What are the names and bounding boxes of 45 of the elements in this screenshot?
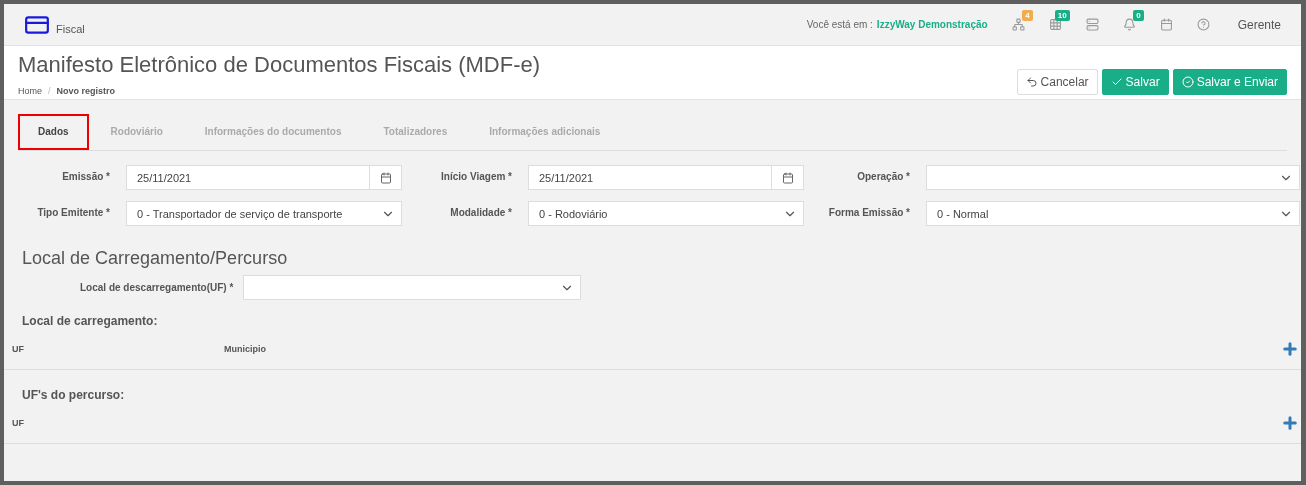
section-title: Local de Carregamento/Percurso [22, 248, 289, 269]
check-icon [1110, 76, 1123, 88]
field-label: Modalidade * [449, 206, 512, 218]
calendar-icon[interactable] [379, 171, 392, 184]
calendar-icon[interactable] [781, 171, 794, 184]
user-menu[interactable]: Gerente [1237, 17, 1281, 32]
cancel-button[interactable]: Cancelar [1016, 69, 1098, 95]
check-circle-icon [1181, 76, 1194, 88]
table-title: Local de carregamento: [22, 314, 159, 328]
field-label: Local de descarregamento(UF) * [80, 282, 234, 293]
count-badge: 0 [1133, 10, 1144, 21]
module-name: Fiscal [56, 22, 85, 35]
breadcrumb-item: Novo registro [56, 86, 116, 96]
field-label: Operação * [856, 170, 910, 182]
select-field[interactable] [926, 165, 1300, 190]
table-title: UF's do percurso: [22, 388, 126, 402]
field-label: Início Viagem * [440, 170, 512, 182]
date-field[interactable]: 25/11/2021 [126, 165, 402, 190]
sitemap-icon[interactable] [1011, 18, 1025, 31]
notification-icon[interactable] [1122, 18, 1136, 31]
add-icon[interactable] [1281, 413, 1299, 432]
breadcrumb-separator: / [48, 86, 51, 96]
add-icon[interactable] [1281, 339, 1299, 358]
breadcrumb-item[interactable]: Home [18, 86, 42, 96]
select-field[interactable]: 0 - Normal [926, 201, 1300, 226]
column-header: Municipio [224, 343, 267, 354]
count-badge: 4 [1022, 10, 1033, 21]
field-label: Emissão * [61, 170, 110, 182]
calendar-icon[interactable] [1159, 18, 1173, 31]
count-badge: 10 [1054, 10, 1070, 21]
column-header: UF [12, 417, 25, 428]
page-title: Manifesto Eletrônico de Documentos Fiscais (MDF-e) [18, 52, 541, 78]
context-label: Você está em : [806, 19, 873, 30]
select-field[interactable] [243, 275, 582, 300]
undo-icon [1025, 76, 1038, 88]
grid-icon[interactable] [1048, 18, 1062, 31]
tab[interactable]: Dados [18, 114, 89, 150]
column-header: UF [12, 343, 25, 354]
field-label: Tipo Emitente * [36, 206, 110, 218]
help-icon[interactable] [1196, 18, 1210, 31]
date-field[interactable]: 25/11/2021 [528, 165, 804, 190]
server-icon[interactable] [1085, 18, 1099, 31]
select-field[interactable]: 0 - Rodoviário [528, 201, 804, 226]
field-label: Forma Emissão * [827, 206, 910, 218]
select-field[interactable]: 0 - Transportador de serviço de transporte [126, 201, 402, 226]
